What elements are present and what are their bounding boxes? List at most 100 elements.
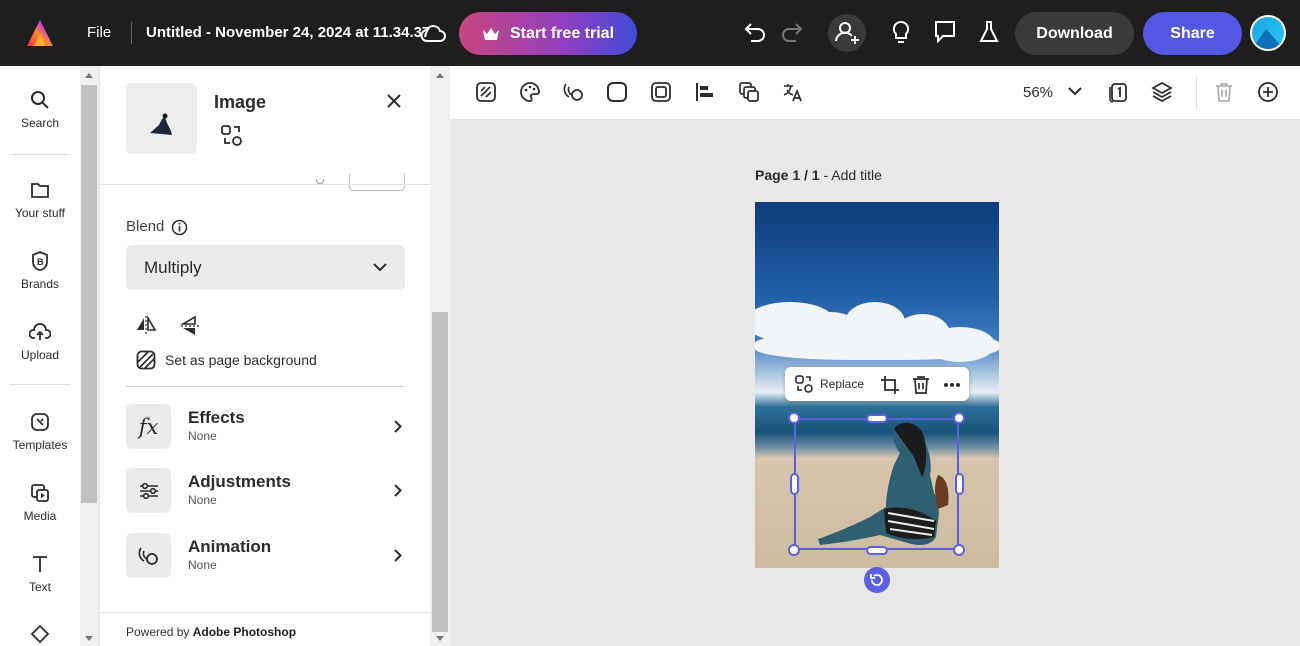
resize-handle-left[interactable]	[790, 473, 799, 495]
rail-item-search[interactable]: Search	[0, 90, 80, 130]
text-icon	[33, 556, 47, 572]
undo-icon[interactable]	[743, 19, 767, 45]
layers-panel-icon[interactable]	[1151, 81, 1173, 103]
flip-horizontal-icon[interactable]	[135, 315, 157, 335]
selection-frame[interactable]	[794, 418, 959, 550]
folder-icon	[31, 183, 49, 198]
panel-divider	[126, 386, 405, 387]
effects-row[interactable]: fx Effects None	[126, 404, 406, 449]
sliders-icon	[126, 468, 171, 513]
adjustments-value: None	[188, 493, 217, 507]
document-title[interactable]: Untitled - November 24, 2024 at 11.34.37	[146, 24, 430, 41]
scroll-down-arrow[interactable]	[436, 636, 444, 641]
chevron-down-icon	[373, 263, 387, 272]
layers-icon[interactable]	[738, 81, 760, 103]
adjustments-title: Adjustments	[188, 472, 291, 491]
crown-icon	[482, 27, 500, 41]
zoom-level[interactable]: 56%	[1023, 84, 1053, 101]
redo-icon[interactable]	[780, 19, 804, 45]
flip-vertical-icon[interactable]	[180, 315, 200, 337]
rail-item-text[interactable]: Text	[0, 554, 80, 594]
cloud-sync-icon[interactable]	[420, 22, 446, 44]
animate-icon[interactable]	[563, 81, 585, 103]
chevron-down-icon[interactable]	[1068, 86, 1082, 96]
chevron-right-icon	[394, 484, 402, 497]
panel-scrollbar-thumb[interactable]	[432, 312, 448, 632]
rail-item-brands[interactable]: B Brands	[0, 251, 80, 291]
animation-title: Animation	[188, 537, 272, 556]
pages-icon[interactable]	[1107, 81, 1129, 103]
resize-handle-top-left[interactable]	[788, 412, 800, 424]
comment-icon[interactable]	[933, 19, 957, 45]
resize-handle-top[interactable]	[866, 414, 888, 423]
border-icon[interactable]	[650, 81, 672, 103]
add-icon[interactable]	[1257, 81, 1279, 103]
page-background-icon[interactable]	[136, 350, 156, 370]
shapes-icon	[30, 624, 50, 644]
replace-image-icon[interactable]	[220, 124, 244, 148]
close-icon[interactable]	[384, 91, 404, 111]
templates-icon	[31, 413, 49, 431]
avatar[interactable]	[1250, 15, 1286, 51]
rail-item-upload[interactable]: Upload	[0, 322, 80, 362]
toolbar-divider	[1196, 76, 1197, 109]
file-menu[interactable]: File	[87, 24, 111, 41]
chevron-right-icon	[394, 420, 402, 433]
rotate-icon	[870, 574, 883, 586]
invite-collaborator-button[interactable]	[828, 14, 866, 52]
blend-mode-select[interactable]: Multiply	[126, 245, 405, 290]
scroll-up-arrow[interactable]	[436, 73, 444, 78]
panel-header-divider	[100, 184, 430, 185]
more-options-icon[interactable]	[943, 382, 961, 388]
blend-mode-value: Multiply	[144, 257, 202, 277]
rail-item-label: Your stuff	[14, 206, 66, 220]
lightbulb-icon[interactable]	[890, 19, 912, 47]
adjustments-row[interactable]: Adjustments None	[126, 468, 406, 513]
shape-mask-icon[interactable]	[606, 81, 628, 103]
add-title-link[interactable]: Add title	[831, 167, 882, 183]
powered-by-text: Powered by Adobe Photoshop	[126, 625, 297, 639]
replace-icon	[795, 375, 813, 393]
delete-icon[interactable]	[911, 375, 931, 395]
footer-divider	[100, 612, 430, 613]
media-icon	[31, 484, 49, 502]
rail-divider	[10, 154, 70, 155]
adobe-express-logo[interactable]	[26, 19, 54, 47]
info-icon[interactable]	[171, 219, 188, 236]
align-icon[interactable]	[694, 81, 716, 103]
animation-icon	[126, 533, 171, 578]
flask-icon[interactable]	[977, 19, 1001, 45]
page-label: Page 1 / 1 - Add title	[755, 167, 882, 183]
resize-handle-bottom-left[interactable]	[788, 544, 800, 556]
resize-handle-top-right[interactable]	[953, 412, 965, 424]
blend-label: Blend	[126, 218, 165, 235]
remove-background-icon[interactable]	[475, 81, 497, 103]
rail-item-your-stuff[interactable]: Your stuff	[0, 180, 80, 220]
scroll-down-arrow[interactable]	[85, 636, 93, 641]
rail-item-media[interactable]: Media	[0, 483, 80, 523]
resize-handle-right[interactable]	[955, 473, 964, 495]
rail-item-templates[interactable]: Templates	[0, 412, 80, 452]
rail-item-label: Upload	[20, 348, 60, 362]
scroll-up-arrow[interactable]	[85, 73, 93, 78]
top-bar: File Untitled - November 24, 2024 at 11.…	[0, 0, 1300, 66]
search-icon	[31, 91, 49, 109]
value-input-partial[interactable]	[349, 174, 405, 191]
palette-icon[interactable]	[519, 81, 541, 103]
rail-scrollbar-thumb[interactable]	[81, 85, 97, 503]
resize-handle-bottom-right[interactable]	[953, 544, 965, 556]
rail-item-label: Templates	[12, 438, 68, 452]
animation-value: None	[188, 558, 217, 572]
rail-item-elements[interactable]	[0, 624, 80, 644]
animation-row[interactable]: Animation None	[126, 533, 406, 578]
set-as-page-background[interactable]: Set as page background	[165, 352, 317, 368]
trash-icon[interactable]	[1213, 81, 1235, 103]
replace-button[interactable]: Replace	[794, 374, 864, 394]
translate-icon[interactable]	[782, 81, 804, 103]
start-free-trial-button[interactable]: Start free trial	[459, 12, 637, 55]
rotate-handle[interactable]	[864, 567, 890, 593]
crop-icon[interactable]	[880, 375, 900, 395]
resize-handle-bottom[interactable]	[866, 546, 888, 555]
share-button[interactable]: Share	[1143, 12, 1242, 55]
download-button[interactable]: Download	[1015, 12, 1134, 55]
